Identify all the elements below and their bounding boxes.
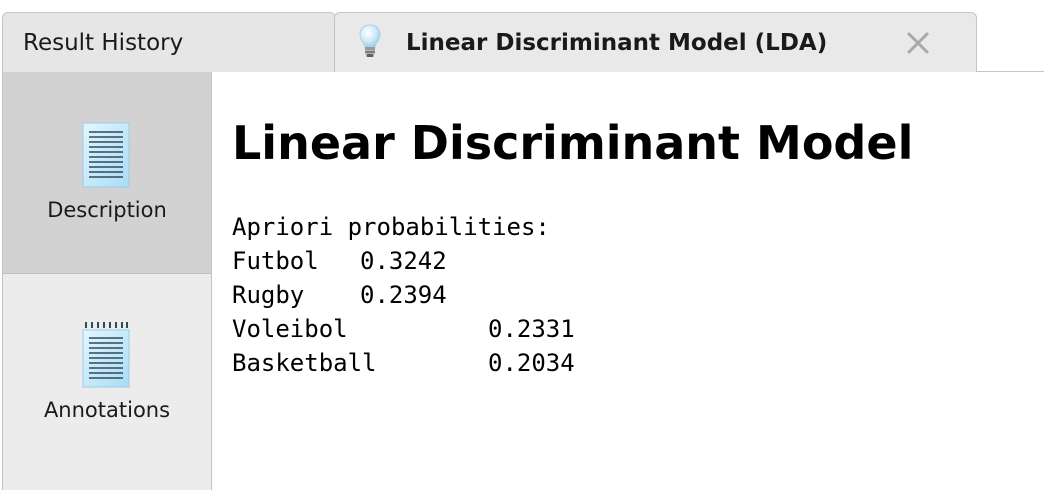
sidebar: Description Annotations: [2, 72, 212, 490]
lda-result-window: Result History Linear Discriminant Model…: [0, 0, 1044, 490]
sidebar-item-description[interactable]: Description: [3, 72, 211, 274]
sidebar-item-annotations[interactable]: Annotations: [3, 274, 211, 475]
probability-row: Voleibol 0.2331: [232, 312, 575, 346]
description-panel: Linear Discriminant Model Apriori probab…: [212, 72, 1044, 490]
class-name: Futbol: [232, 247, 319, 275]
notepad-icon: [82, 322, 130, 388]
class-name: Basketball: [232, 349, 377, 377]
tab-lda-model[interactable]: Linear Discriminant Model (LDA): [334, 12, 977, 72]
page-title: Linear Discriminant Model: [232, 116, 914, 170]
tab-bar: Result History Linear Discriminant Model…: [0, 0, 1044, 73]
class-probability: 0.2331: [488, 315, 575, 343]
sidebar-item-label: Annotations: [43, 398, 171, 422]
class-probability: 0.3242: [360, 247, 447, 275]
probability-row: Rugby 0.2394: [232, 278, 575, 312]
document-icon: [82, 122, 130, 188]
probability-row: Futbol 0.3242: [232, 244, 575, 278]
sidebar-item-label: Description: [47, 198, 167, 222]
class-name: Voleibol: [232, 315, 348, 343]
class-name: Rugby: [232, 281, 305, 309]
lightbulb-icon: [359, 24, 381, 57]
class-probability: 0.2394: [360, 281, 447, 309]
tab-result-history[interactable]: Result History: [2, 12, 336, 72]
apriori-heading: Apriori probabilities:: [232, 213, 550, 241]
close-icon[interactable]: [906, 31, 930, 55]
probability-row: Basketball 0.2034: [232, 346, 575, 380]
tab-lda-model-label: Linear Discriminant Model (LDA): [406, 30, 828, 56]
class-probability: 0.2034: [488, 349, 575, 377]
tab-result-history-label: Result History: [23, 30, 184, 56]
model-output: Apriori probabilities: Futbol 0.3242 Rugb…: [232, 210, 575, 380]
